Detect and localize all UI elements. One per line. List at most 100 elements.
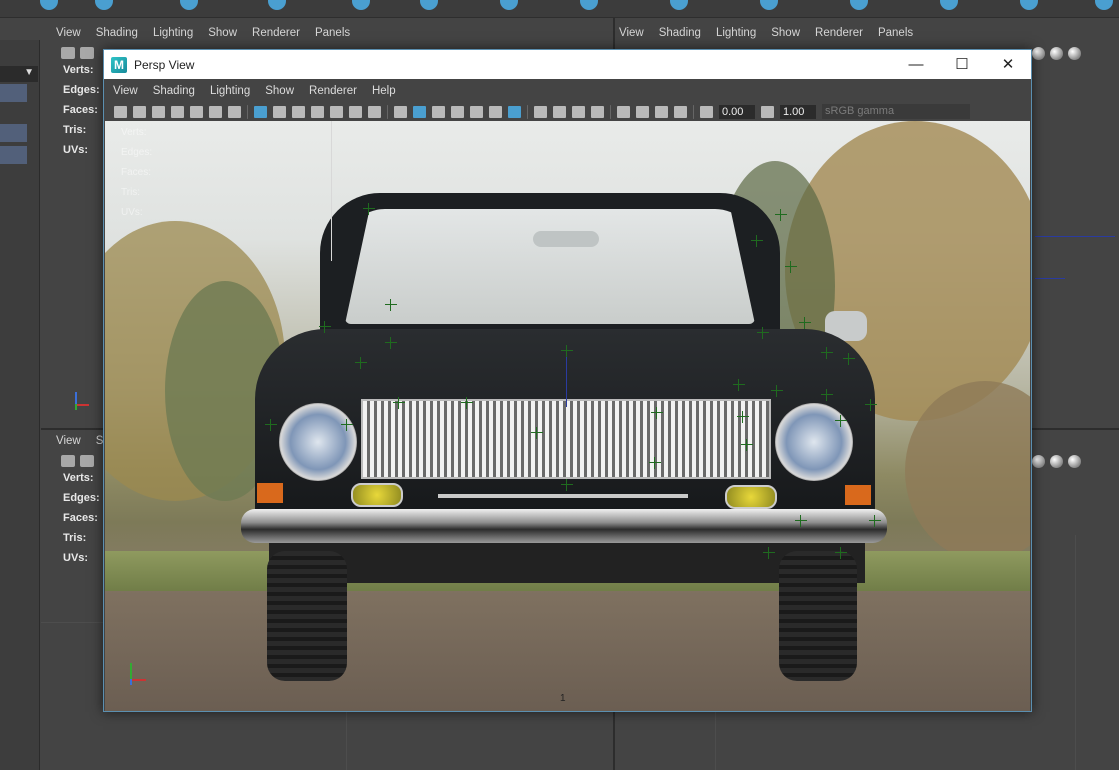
track-point-marker[interactable] bbox=[821, 347, 833, 359]
track-point-marker[interactable] bbox=[651, 407, 663, 419]
color-space-dropdown[interactable]: sRGB gamma bbox=[822, 104, 970, 119]
track-point-marker[interactable] bbox=[865, 399, 877, 411]
menu-shading[interactable]: Shading bbox=[96, 27, 138, 39]
shelf-tool-icon[interactable] bbox=[1095, 0, 1113, 10]
menu-lighting[interactable]: Lighting bbox=[210, 85, 250, 97]
safe-title-icon[interactable] bbox=[368, 105, 381, 118]
lit-sphere-icon[interactable] bbox=[1068, 46, 1081, 60]
menu-lighting[interactable]: Lighting bbox=[153, 27, 193, 39]
menu-renderer[interactable]: Renderer bbox=[309, 85, 357, 97]
shelf-tool-icon[interactable] bbox=[500, 0, 518, 10]
track-point-marker[interactable] bbox=[751, 235, 763, 247]
track-point-marker[interactable] bbox=[835, 415, 847, 427]
track-point-marker[interactable] bbox=[737, 411, 749, 423]
isolate-select-icon[interactable] bbox=[617, 105, 630, 118]
menu-view[interactable]: View bbox=[56, 27, 81, 39]
wireframe-icon[interactable] bbox=[394, 105, 407, 118]
2d-pan-zoom-icon[interactable] bbox=[209, 105, 222, 118]
track-point-marker[interactable] bbox=[733, 379, 745, 391]
shaded-sphere-icon[interactable] bbox=[1032, 454, 1045, 468]
resolution-gate-icon[interactable] bbox=[292, 105, 305, 118]
xray-icon[interactable] bbox=[636, 105, 649, 118]
track-point-marker[interactable] bbox=[757, 327, 769, 339]
shelf-tool-icon[interactable] bbox=[850, 0, 868, 10]
persp-viewport[interactable]: Verts: Edges: Faces: Tris: UVs: 1 bbox=[105, 121, 1030, 711]
track-point-marker[interactable] bbox=[795, 515, 807, 527]
shelf-tool-icon[interactable] bbox=[580, 0, 598, 10]
track-point-marker[interactable] bbox=[531, 427, 543, 439]
track-point-marker[interactable] bbox=[341, 419, 353, 431]
bookmark-icon[interactable] bbox=[171, 105, 184, 118]
track-point-marker[interactable] bbox=[649, 457, 661, 469]
side-panel-item[interactable] bbox=[0, 84, 27, 102]
camera-icon[interactable] bbox=[61, 455, 75, 467]
track-point-marker[interactable] bbox=[821, 389, 833, 401]
minimize-button[interactable]: — bbox=[893, 50, 939, 79]
track-point-marker[interactable] bbox=[319, 321, 331, 333]
multisample-aa-icon[interactable] bbox=[572, 105, 585, 118]
shelf-tool-icon[interactable] bbox=[180, 0, 198, 10]
shelf-tool-icon[interactable] bbox=[670, 0, 688, 10]
wire-sphere-icon[interactable] bbox=[1050, 46, 1063, 60]
menu-shading[interactable]: Shading bbox=[659, 27, 701, 39]
track-point-marker[interactable] bbox=[763, 547, 775, 559]
lit-sphere-icon[interactable] bbox=[1068, 454, 1081, 468]
screen-space-ao-icon[interactable] bbox=[534, 105, 547, 118]
menu-shading[interactable]: Shading bbox=[153, 85, 195, 97]
grid-icon[interactable] bbox=[254, 105, 267, 118]
track-point-marker[interactable] bbox=[741, 439, 753, 451]
menu-lighting[interactable]: Lighting bbox=[716, 27, 756, 39]
shelf-tool-icon[interactable] bbox=[940, 0, 958, 10]
default-material-icon[interactable] bbox=[432, 105, 445, 118]
image-plane-icon[interactable] bbox=[190, 105, 203, 118]
menu-panels[interactable]: Panels bbox=[878, 27, 913, 39]
menu-help[interactable]: Help bbox=[372, 85, 396, 97]
track-point-marker[interactable] bbox=[799, 317, 811, 329]
xray-joints-icon[interactable] bbox=[655, 105, 668, 118]
close-button[interactable]: ✕ bbox=[985, 50, 1031, 79]
shadows-icon[interactable] bbox=[508, 105, 521, 118]
wireframe-on-shaded-icon[interactable] bbox=[451, 105, 464, 118]
camera-icon[interactable] bbox=[61, 47, 75, 59]
use-all-lights-icon[interactable] bbox=[489, 105, 502, 118]
gate-mask-icon[interactable] bbox=[311, 105, 324, 118]
menu-view[interactable]: View bbox=[113, 85, 138, 97]
track-point-marker[interactable] bbox=[775, 209, 787, 221]
shelf-tool-icon[interactable] bbox=[352, 0, 370, 10]
shelf-tool-icon[interactable] bbox=[760, 0, 778, 10]
track-point-marker[interactable] bbox=[265, 419, 277, 431]
camera-attr-icon[interactable] bbox=[80, 455, 94, 467]
track-point-marker[interactable] bbox=[561, 345, 573, 357]
shelf-tool-icon[interactable] bbox=[40, 0, 58, 10]
track-point-marker[interactable] bbox=[355, 357, 367, 369]
menu-show[interactable]: Show bbox=[265, 85, 294, 97]
track-point-marker[interactable] bbox=[461, 397, 473, 409]
side-panel-dropdown[interactable]: ▼ bbox=[0, 66, 38, 82]
menu-show[interactable]: Show bbox=[208, 27, 237, 39]
shelf-tool-icon[interactable] bbox=[420, 0, 438, 10]
smooth-shade-icon[interactable] bbox=[413, 105, 426, 118]
gamma-icon[interactable] bbox=[761, 105, 774, 118]
track-point-marker[interactable] bbox=[785, 261, 797, 273]
wire-sphere-icon[interactable] bbox=[1050, 454, 1063, 468]
persp-view-window[interactable]: M Persp View — ☐ ✕ View Shading Lighting… bbox=[103, 49, 1032, 712]
textured-icon[interactable] bbox=[470, 105, 483, 118]
camera-attributes-icon[interactable] bbox=[133, 105, 146, 118]
track-point-marker[interactable] bbox=[771, 385, 783, 397]
camera-lock-icon[interactable] bbox=[152, 105, 165, 118]
exposure-icon[interactable] bbox=[700, 105, 713, 118]
track-point-marker[interactable] bbox=[385, 337, 397, 349]
menu-view[interactable]: View bbox=[56, 435, 81, 447]
gamma-field[interactable]: 1.00 bbox=[780, 104, 816, 119]
maximize-button[interactable]: ☐ bbox=[939, 50, 985, 79]
menu-renderer[interactable]: Renderer bbox=[252, 27, 300, 39]
film-gate-icon[interactable] bbox=[273, 105, 286, 118]
menu-renderer[interactable]: Renderer bbox=[815, 27, 863, 39]
track-point-marker[interactable] bbox=[363, 203, 375, 215]
safe-action-icon[interactable] bbox=[349, 105, 362, 118]
window-title-bar[interactable]: M Persp View — ☐ ✕ bbox=[104, 50, 1031, 79]
track-point-marker[interactable] bbox=[393, 397, 405, 409]
menu-panels[interactable]: Panels bbox=[315, 27, 350, 39]
grease-pencil-icon[interactable] bbox=[228, 105, 241, 118]
track-point-marker[interactable] bbox=[385, 299, 397, 311]
